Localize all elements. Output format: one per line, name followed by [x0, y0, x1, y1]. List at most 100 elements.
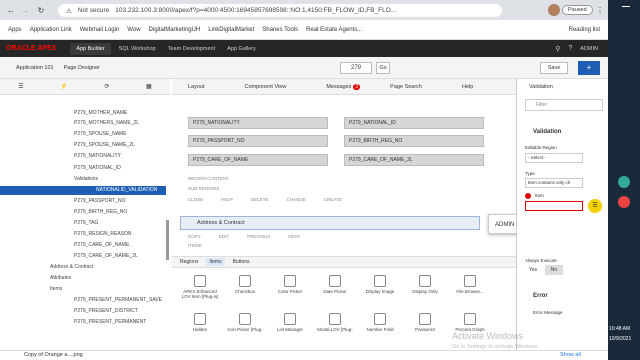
run-button[interactable]: +	[578, 61, 600, 75]
tree-node[interactable]: P279_SPOUSE_NAME_2L	[74, 141, 135, 150]
field-birth-reg-no[interactable]: P279_BIRTH_REG_NO	[344, 135, 484, 147]
tab-regions[interactable]: Regions	[180, 259, 198, 265]
list-icon[interactable]: ☰	[588, 199, 602, 213]
reload-icon[interactable]: ↻	[36, 5, 46, 15]
go-button[interactable]: Go	[376, 62, 390, 74]
chrome-icon[interactable]	[618, 196, 630, 208]
tree-node[interactable]: Attributes	[50, 274, 71, 283]
tree-node[interactable]: NATIONALID_VALIDATION	[0, 186, 166, 195]
bookmark-shanes[interactable]: Shanes Tools	[262, 27, 298, 33]
bookmark-wow[interactable]: Wow	[127, 27, 140, 33]
tree-node[interactable]: P279_NATIONAL_ID	[74, 164, 121, 173]
component-tile[interactable]: Date Picker	[315, 275, 355, 294]
component-tile[interactable]: Password	[405, 313, 445, 332]
component-tile[interactable]: List Manager	[270, 313, 310, 332]
edit-btn-pos[interactable]: EDIT	[219, 234, 229, 239]
field-nationality[interactable]: P279_NATIONALITY	[188, 117, 328, 129]
shared-components-icon[interactable]: ▦	[146, 83, 152, 90]
next-btn-pos[interactable]: NEXT	[288, 234, 300, 239]
previous-btn-pos[interactable]: PREVIOUS	[247, 234, 270, 239]
download-file[interactable]: Copy of Orange a....png	[24, 352, 83, 358]
tree-node[interactable]: P279_SPOUSE_NAME	[74, 130, 127, 139]
tree-node[interactable]: P279_CARE_OF_NAME_2L	[74, 252, 138, 261]
copy-btn-pos[interactable]: COPY	[188, 234, 201, 239]
save-button[interactable]: Save	[540, 62, 568, 74]
tree-node[interactable]: P279_BIRTH_REG_NO	[74, 208, 127, 217]
minimize-icon[interactable]	[622, 6, 630, 7]
no-toggle[interactable]: No	[545, 265, 563, 275]
user-menu[interactable]: ADMIN	[580, 46, 598, 52]
nav-app-gallery[interactable]: App Gallery	[227, 46, 256, 52]
profile-paused[interactable]: Paused	[562, 5, 593, 15]
menu-icon[interactable]: ⋮	[596, 5, 604, 15]
page-number-input[interactable]: 279	[340, 62, 372, 74]
help-btn-pos[interactable]: HELP	[221, 197, 233, 202]
back-icon[interactable]: ←	[6, 5, 16, 15]
search-icon[interactable]: ⚲	[555, 45, 560, 53]
tree-node[interactable]: Address & Contract	[50, 263, 93, 272]
apex-logo[interactable]: ORACLE APEX	[6, 45, 56, 52]
bookmark-realestate[interactable]: Real Estate Agents...	[306, 27, 362, 33]
bookmark-linkdigital[interactable]: LinkDigitalMarket	[208, 27, 254, 33]
tree-node[interactable]: P279_CARE_OF_NAME	[74, 241, 129, 250]
processing-icon[interactable]: ⟳	[104, 83, 109, 90]
component-tile[interactable]: Checkbox	[225, 275, 265, 294]
delete-btn-pos[interactable]: DELETE	[251, 197, 269, 202]
component-tile[interactable]: Modal LOV [Plug-	[315, 313, 355, 332]
field-care-of-name-2l[interactable]: P279_CARE_OF_NAME_2L	[344, 154, 484, 166]
component-tile[interactable]: Icon Picker [Plug-	[225, 313, 265, 332]
bookmark-application-link[interactable]: Application Link	[30, 27, 72, 33]
tab-page-search[interactable]: Page Search	[390, 84, 422, 90]
tree-node[interactable]: P279_PASSPORT_NO	[74, 197, 126, 206]
tree-node[interactable]: P279_NATIONALITY	[74, 152, 121, 161]
tab-buttons[interactable]: Buttons	[233, 259, 250, 265]
tree-node[interactable]: P279_RESIGN_REASON	[74, 230, 132, 239]
tab-messages[interactable]: Messages	[326, 84, 351, 90]
pe-section-validation[interactable]: Validation	[533, 129, 561, 135]
tree-node[interactable]: P279_TAG	[74, 219, 98, 228]
component-tile[interactable]: Percent Graph	[450, 313, 490, 332]
component-tile[interactable]: Display Image	[360, 275, 400, 294]
component-tile[interactable]: Number Field	[360, 313, 400, 332]
edge-icon[interactable]	[618, 176, 630, 188]
rendering-tab-icon[interactable]: ☰	[18, 83, 23, 90]
tree-node[interactable]: P279_PRESENT_PERMANENT	[74, 318, 146, 327]
tree-node[interactable]: P279_MOTHER_NAME	[74, 109, 127, 118]
tree-scrollbar[interactable]	[166, 220, 169, 260]
tree-node[interactable]: Validations	[74, 175, 98, 184]
region-address-contract[interactable]: Address & Contract	[180, 216, 480, 230]
field-care-of-name[interactable]: P279_CARE_OF_NAME	[188, 154, 328, 166]
tab-help[interactable]: Help	[462, 84, 473, 90]
tab-component-view[interactable]: Component View	[245, 84, 287, 90]
component-tile[interactable]: Hidden	[180, 313, 220, 332]
reading-list[interactable]: Reading list	[569, 27, 600, 33]
close-btn-pos[interactable]: CLOSE	[188, 197, 203, 202]
component-tile[interactable]: Display Only	[405, 275, 445, 294]
component-tile[interactable]: File Browse...	[450, 275, 490, 294]
tree-node[interactable]: P279_MOTHERS_NAME_2L	[74, 119, 139, 128]
address-bar[interactable]: ⚠ Not secure 103.232.100.3:8000/apex/f?p…	[58, 4, 502, 17]
tab-layout[interactable]: Layout	[188, 84, 205, 90]
bookmark-digitalmarketing[interactable]: DigitalMarketingUH	[149, 27, 201, 33]
tree-node[interactable]: P279_PRESENT_PERMANENT_SAVE	[74, 296, 162, 305]
bookmark-apps[interactable]: Apps	[8, 27, 22, 33]
editable-region-select[interactable]: - Select -	[525, 153, 583, 163]
field-national-id[interactable]: P279_NATIONAL_ID	[344, 117, 484, 129]
yes-toggle[interactable]: Yes	[529, 267, 537, 273]
nav-team-development[interactable]: Team Development	[168, 46, 215, 52]
bookmark-webmail[interactable]: Webmail Login	[80, 27, 120, 33]
tree-node[interactable]: Items	[50, 285, 62, 294]
forward-icon[interactable]: →	[20, 5, 30, 15]
app-link[interactable]: Application 101	[16, 65, 54, 71]
create-btn-pos[interactable]: CREATE	[324, 197, 342, 202]
item-input[interactable]	[525, 201, 583, 211]
change-btn-pos[interactable]: CHANGE	[287, 197, 306, 202]
nav-sql-workshop[interactable]: SQL Workshop	[119, 46, 156, 52]
avatar[interactable]	[548, 4, 560, 16]
nav-app-builder[interactable]: App Builder	[70, 42, 111, 55]
component-tile[interactable]: APEX Enhanced LOV Item [Plug-in]	[180, 275, 220, 299]
pe-section-error[interactable]: Error	[533, 293, 548, 299]
show-all[interactable]: Show all	[560, 352, 581, 358]
component-tile[interactable]: Color Picker	[270, 275, 310, 294]
pe-filter[interactable]: Filter	[525, 99, 603, 111]
